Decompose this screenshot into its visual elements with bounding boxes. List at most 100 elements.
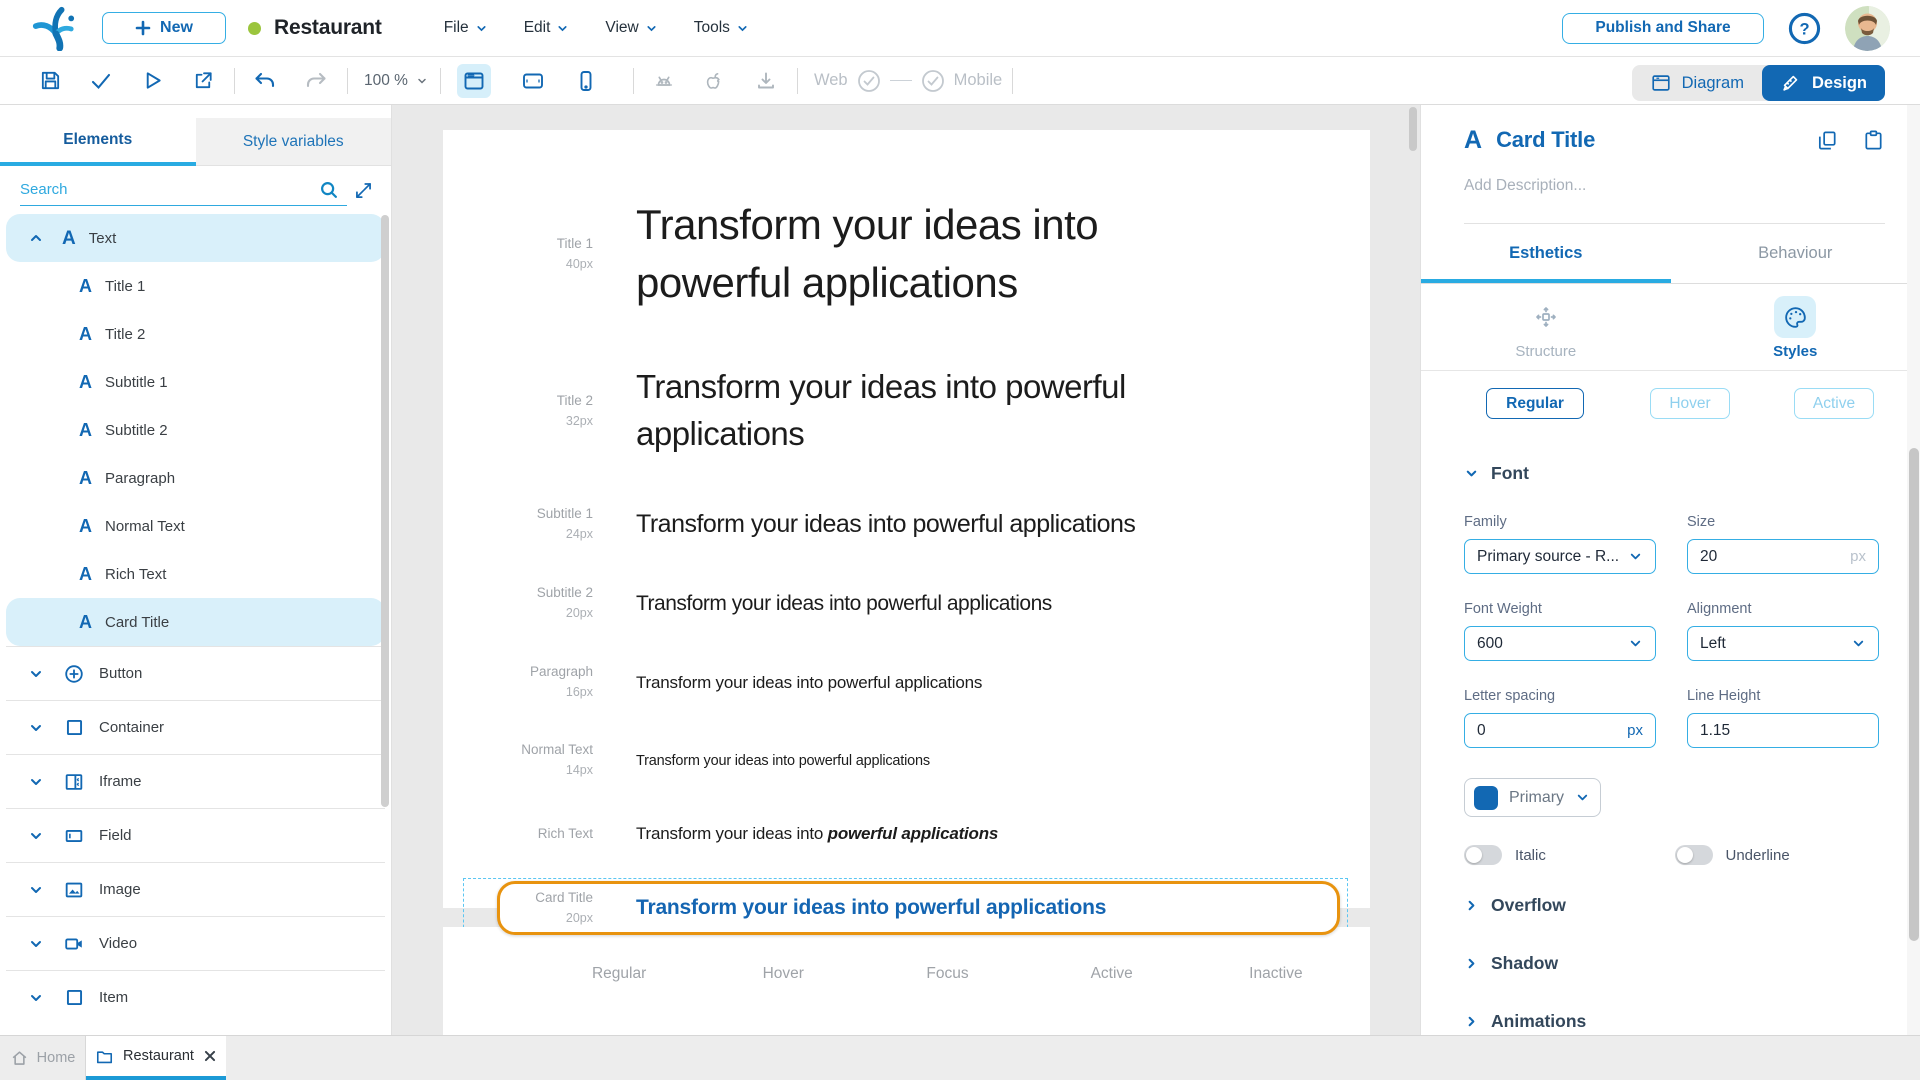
tree-group-field[interactable]: Field [6,808,385,862]
line-height-label: Line Height [1687,688,1879,704]
chevron-up-icon[interactable] [24,230,48,246]
canvas-row-rich-text[interactable]: Rich Text Transform your ideas into powe… [443,799,1370,869]
clipboard-icon[interactable] [1861,128,1885,152]
app-logo[interactable] [30,5,76,51]
mobile-view-icon[interactable] [572,67,600,95]
sample-text-card-title[interactable]: Transform your ideas into powerful appli… [636,896,1106,920]
sample-text-title-1[interactable]: Transform your ideas into powerful appli… [636,196,1176,312]
canvas-scrollbar[interactable] [1409,107,1417,151]
font-size-input[interactable]: px [1687,539,1879,574]
font-family-select[interactable]: Primary source - R... [1464,539,1656,574]
sample-text-subtitle-2[interactable]: Transform your ideas into powerful appli… [636,592,1052,616]
tablet-view-icon[interactable] [519,67,547,95]
tree-item-subtitle-2[interactable]: A Subtitle 2 [6,406,385,454]
design-tab[interactable]: Design [1762,65,1885,101]
description-input[interactable] [1464,177,1885,195]
tree-group-iframe[interactable]: Iframe [6,754,385,808]
tree-group-item[interactable]: Item [6,970,385,1024]
chevron-down-icon[interactable] [24,720,48,736]
sample-text-subtitle-1[interactable]: Transform your ideas into powerful appli… [636,510,1135,539]
diagram-tab[interactable]: Diagram [1632,65,1762,101]
home-tab[interactable]: Home [0,1036,86,1080]
state-active-button[interactable]: Active [1794,388,1874,419]
tree-group-text[interactable]: A Text [6,214,385,262]
tab-esthetics[interactable]: Esthetics [1421,224,1671,283]
canvas-row-subtitle-1[interactable]: Subtitle 1 24px Transform your ideas int… [443,484,1370,564]
save-icon[interactable] [36,67,64,95]
search-icon[interactable] [317,178,341,202]
check-circle-icon [856,68,882,94]
canvas-row-subtitle-2[interactable]: Subtitle 2 20px Transform your ideas int… [443,564,1370,643]
chevron-down-icon[interactable] [24,990,48,1006]
canvas-row-normal-text[interactable]: Normal Text 14px Transform your ideas in… [443,722,1370,799]
close-icon[interactable] [203,1049,217,1063]
inspector-scrollbar[interactable] [1909,448,1919,941]
tree-group-button[interactable]: Button [6,646,385,700]
desktop-view-icon[interactable] [457,64,491,98]
menu-tools[interactable]: Tools [694,19,749,37]
canvas-row-paragraph[interactable]: Paragraph 16px Transform your ideas into… [443,643,1370,722]
chevron-down-icon[interactable] [24,828,48,844]
help-icon[interactable]: ? [1788,12,1821,45]
undo-icon[interactable] [251,67,279,95]
text-color-select[interactable]: Primary [1464,778,1601,817]
alignment-select[interactable]: Left [1687,626,1879,661]
inspector-scrollbar-track[interactable] [1907,105,1920,1035]
redo-icon[interactable] [302,67,330,95]
overflow-section-header[interactable]: Overflow [1464,895,1885,916]
chevron-down-icon[interactable] [24,936,48,952]
chevron-down-icon[interactable] [24,774,48,790]
view-styles[interactable]: Styles [1671,296,1920,360]
tree-group-video[interactable]: Video [6,916,385,970]
letter-spacing-input[interactable]: px [1464,713,1656,748]
tree-item-title-2[interactable]: A Title 2 [6,310,385,358]
sample-text-rich[interactable]: Transform your ideas into powerful appli… [636,824,998,844]
tree-item-rich-text[interactable]: A Rich Text [6,550,385,598]
shadow-section-header[interactable]: Shadow [1464,953,1885,974]
font-weight-select[interactable]: 600 [1464,626,1656,661]
menu-view[interactable]: View [605,19,657,37]
font-weight-label: Font Weight [1464,601,1656,617]
state-hover-button[interactable]: Hover [1650,388,1730,419]
canvas-row-title-2[interactable]: Title 2 32px Transform your ideas into p… [443,338,1370,484]
tab-elements[interactable]: Elements [0,118,196,166]
animations-section-header[interactable]: Animations [1464,1011,1885,1032]
tree-item-card-title[interactable]: A Card Title [6,598,385,646]
tree-item-normal-text[interactable]: A Normal Text [6,502,385,550]
sidebar-scrollbar[interactable] [381,215,389,807]
chevron-down-icon[interactable] [24,666,48,682]
expand-panel-icon[interactable] [351,178,375,202]
menu-file[interactable]: File [444,19,488,37]
sample-text-paragraph[interactable]: Transform your ideas into powerful appli… [636,673,982,693]
tree-item-title-1[interactable]: A Title 1 [6,262,385,310]
view-structure[interactable]: Structure [1421,296,1671,360]
design-canvas[interactable]: Title 1 40px Transform your ideas into p… [392,105,1420,1035]
sample-text-title-2[interactable]: Transform your ideas into powerful appli… [636,364,1216,458]
tree-group-image[interactable]: Image [6,862,385,916]
new-button[interactable]: New [102,12,226,44]
zoom-level-control[interactable]: 100 % [364,72,428,90]
chevron-down-icon[interactable] [24,882,48,898]
export-icon[interactable] [189,67,217,95]
italic-toggle[interactable] [1464,845,1502,865]
styles-palette-icon [1774,296,1816,338]
tree-item-paragraph[interactable]: A Paragraph [6,454,385,502]
tab-style-variables[interactable]: Style variables [196,118,392,166]
state-regular-button[interactable]: Regular [1486,388,1584,419]
font-section-header[interactable]: Font [1464,463,1885,484]
underline-toggle[interactable] [1675,845,1713,865]
copy-icon[interactable] [1815,128,1839,152]
sample-text-normal[interactable]: Transform your ideas into powerful appli… [636,753,930,769]
tree-group-container[interactable]: Container [6,700,385,754]
tab-behaviour[interactable]: Behaviour [1671,224,1920,283]
line-height-input[interactable] [1687,713,1879,748]
user-avatar[interactable] [1845,6,1890,51]
canvas-row-title-1[interactable]: Title 1 40px Transform your ideas into p… [443,170,1370,338]
tree-item-subtitle-1[interactable]: A Subtitle 1 [6,358,385,406]
project-tab[interactable]: Restaurant [86,1036,226,1080]
run-icon[interactable] [138,67,166,95]
menu-edit[interactable]: Edit [524,19,570,37]
search-input[interactable] [20,174,347,206]
publish-and-share-button[interactable]: Publish and Share [1562,13,1764,44]
check-icon[interactable] [87,67,115,95]
